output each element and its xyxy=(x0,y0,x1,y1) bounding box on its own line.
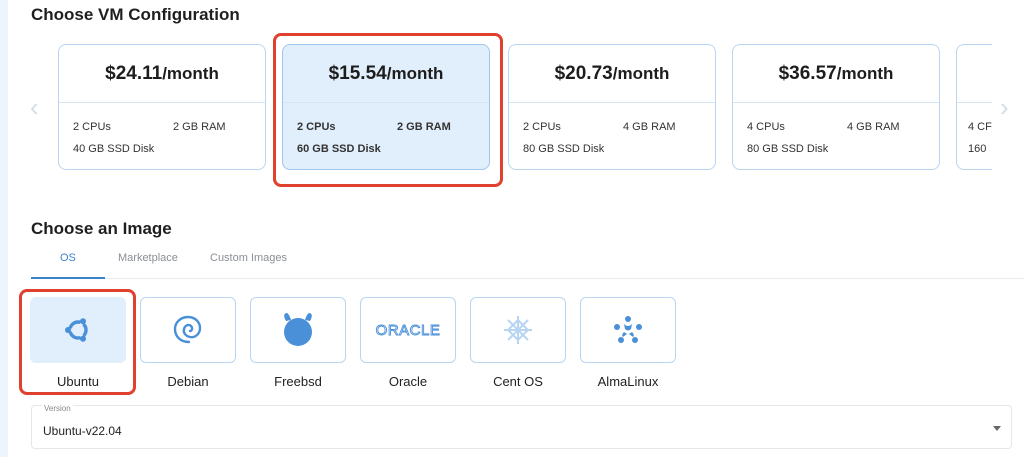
plan-price xyxy=(957,45,992,103)
plan-cpu: 4 CF xyxy=(968,121,992,133)
plan-cpu: 4 CPUs xyxy=(747,121,785,133)
vm-plan-card[interactable]: $20.73/month 2 CPUs 4 GB RAM 80 GB SSD D… xyxy=(508,44,716,170)
plan-price: $20.73/month xyxy=(509,45,715,103)
plan-ram: 2 GB RAM xyxy=(173,121,226,133)
plan-disk: 80 GB SSD Disk xyxy=(747,143,829,155)
plan-cpu: 2 CPUs xyxy=(523,121,561,133)
svg-text:ORACLE: ORACLE xyxy=(376,322,441,339)
os-label-almalinux: AlmaLinux xyxy=(597,374,659,389)
plan-cpu: 2 CPUs xyxy=(73,121,111,133)
chevron-left-icon[interactable]: ‹ xyxy=(30,92,39,123)
selected-os-highlight xyxy=(19,289,136,395)
vm-plan-carousel: $24.11/month 2 CPUs 2 GB RAM 40 GB SSD D… xyxy=(58,44,992,171)
oracle-icon: ORACLE xyxy=(375,322,441,340)
os-label-centos: Cent OS xyxy=(493,374,543,389)
plan-ram: 4 GB RAM xyxy=(623,121,676,133)
os-tile-debian[interactable] xyxy=(140,297,236,363)
image-tabs: OS Marketplace Custom Images xyxy=(31,248,1024,279)
left-panel-strip xyxy=(0,0,8,457)
tab-os[interactable]: OS xyxy=(60,252,76,264)
os-label-freebsd: Freebsd xyxy=(274,374,322,389)
selected-plan-highlight xyxy=(273,33,503,187)
os-tile-almalinux[interactable] xyxy=(580,297,676,363)
os-label-debian: Debian xyxy=(167,374,209,389)
centos-icon xyxy=(504,316,532,344)
vm-plan-card[interactable]: $36.57/month 4 CPUs 4 GB RAM 80 GB SSD D… xyxy=(732,44,940,170)
version-value: Ubuntu-v22.04 xyxy=(43,424,122,438)
vm-config-heading: Choose VM Configuration xyxy=(31,5,240,24)
plan-price: $36.57/month xyxy=(733,45,939,103)
version-select[interactable]: Version Ubuntu-v22.04 xyxy=(31,404,1012,449)
os-tile-freebsd[interactable] xyxy=(250,297,346,363)
os-tile-centos[interactable] xyxy=(470,297,566,363)
active-tab-indicator xyxy=(31,277,105,279)
plan-disk: 160 xyxy=(968,143,987,155)
freebsd-icon xyxy=(284,313,312,346)
version-label: Version xyxy=(42,404,73,413)
tab-custom-images[interactable]: Custom Images xyxy=(210,252,287,264)
plan-disk: 80 GB SSD Disk xyxy=(523,143,605,155)
os-label-oracle: Oracle xyxy=(388,374,428,389)
almalinux-icon xyxy=(614,316,642,343)
tab-marketplace[interactable]: Marketplace xyxy=(118,252,178,264)
os-tile-oracle[interactable]: ORACLE xyxy=(360,297,456,363)
plan-disk: 40 GB SSD Disk xyxy=(73,143,155,155)
image-heading: Choose an Image xyxy=(31,219,172,238)
vm-plan-card[interactable]: $24.11/month 2 CPUs 2 GB RAM 40 GB SSD D… xyxy=(58,44,266,170)
caret-down-icon xyxy=(993,426,1001,431)
vm-plan-card[interactable]: 4 CF 160 xyxy=(956,44,992,170)
plan-ram: 4 GB RAM xyxy=(847,121,900,133)
plan-price: $24.11/month xyxy=(59,45,265,103)
chevron-right-icon[interactable]: › xyxy=(1000,92,1009,123)
debian-icon xyxy=(173,315,202,344)
